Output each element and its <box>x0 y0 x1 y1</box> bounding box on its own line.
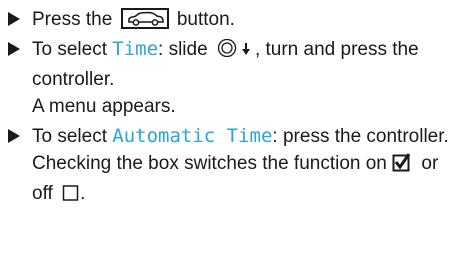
step-2: To select Time: slide , turn and press t… <box>6 36 460 120</box>
step-2-text-mid: : slide <box>158 39 213 60</box>
step-3-result-pre: Checking the box switches the function o… <box>32 153 393 174</box>
step-3-text-post: : press the controller. <box>272 126 449 147</box>
bullet-arrow-icon <box>8 12 20 26</box>
step-3-text-pre: To select <box>32 126 113 147</box>
arrow-down-icon <box>241 38 251 65</box>
car-button-icon <box>120 8 169 29</box>
instruction-list: Press the button. To select Time: slide … <box>0 0 466 257</box>
step-3-result: Checking the box switches the function o… <box>32 150 460 210</box>
step-3-result-post: . <box>80 183 86 204</box>
step-2-text-pre: To select <box>32 39 113 60</box>
checkbox-empty-icon <box>62 183 80 210</box>
controller-icon <box>217 38 237 66</box>
menu-item-automatic-time: Automatic Time <box>112 125 273 147</box>
step-3: To select Automatic Time: press the cont… <box>6 123 460 210</box>
menu-item-time: Time <box>112 38 159 60</box>
step-1-text-pre: Press the <box>32 9 118 30</box>
checkbox-checked-icon <box>392 152 412 180</box>
bullet-arrow-icon <box>8 42 20 56</box>
step-1-text-post: button. <box>171 9 235 30</box>
step-2-result: A menu appears. <box>32 96 176 117</box>
step-1: Press the button. <box>6 6 460 33</box>
bullet-arrow-icon <box>8 129 20 143</box>
